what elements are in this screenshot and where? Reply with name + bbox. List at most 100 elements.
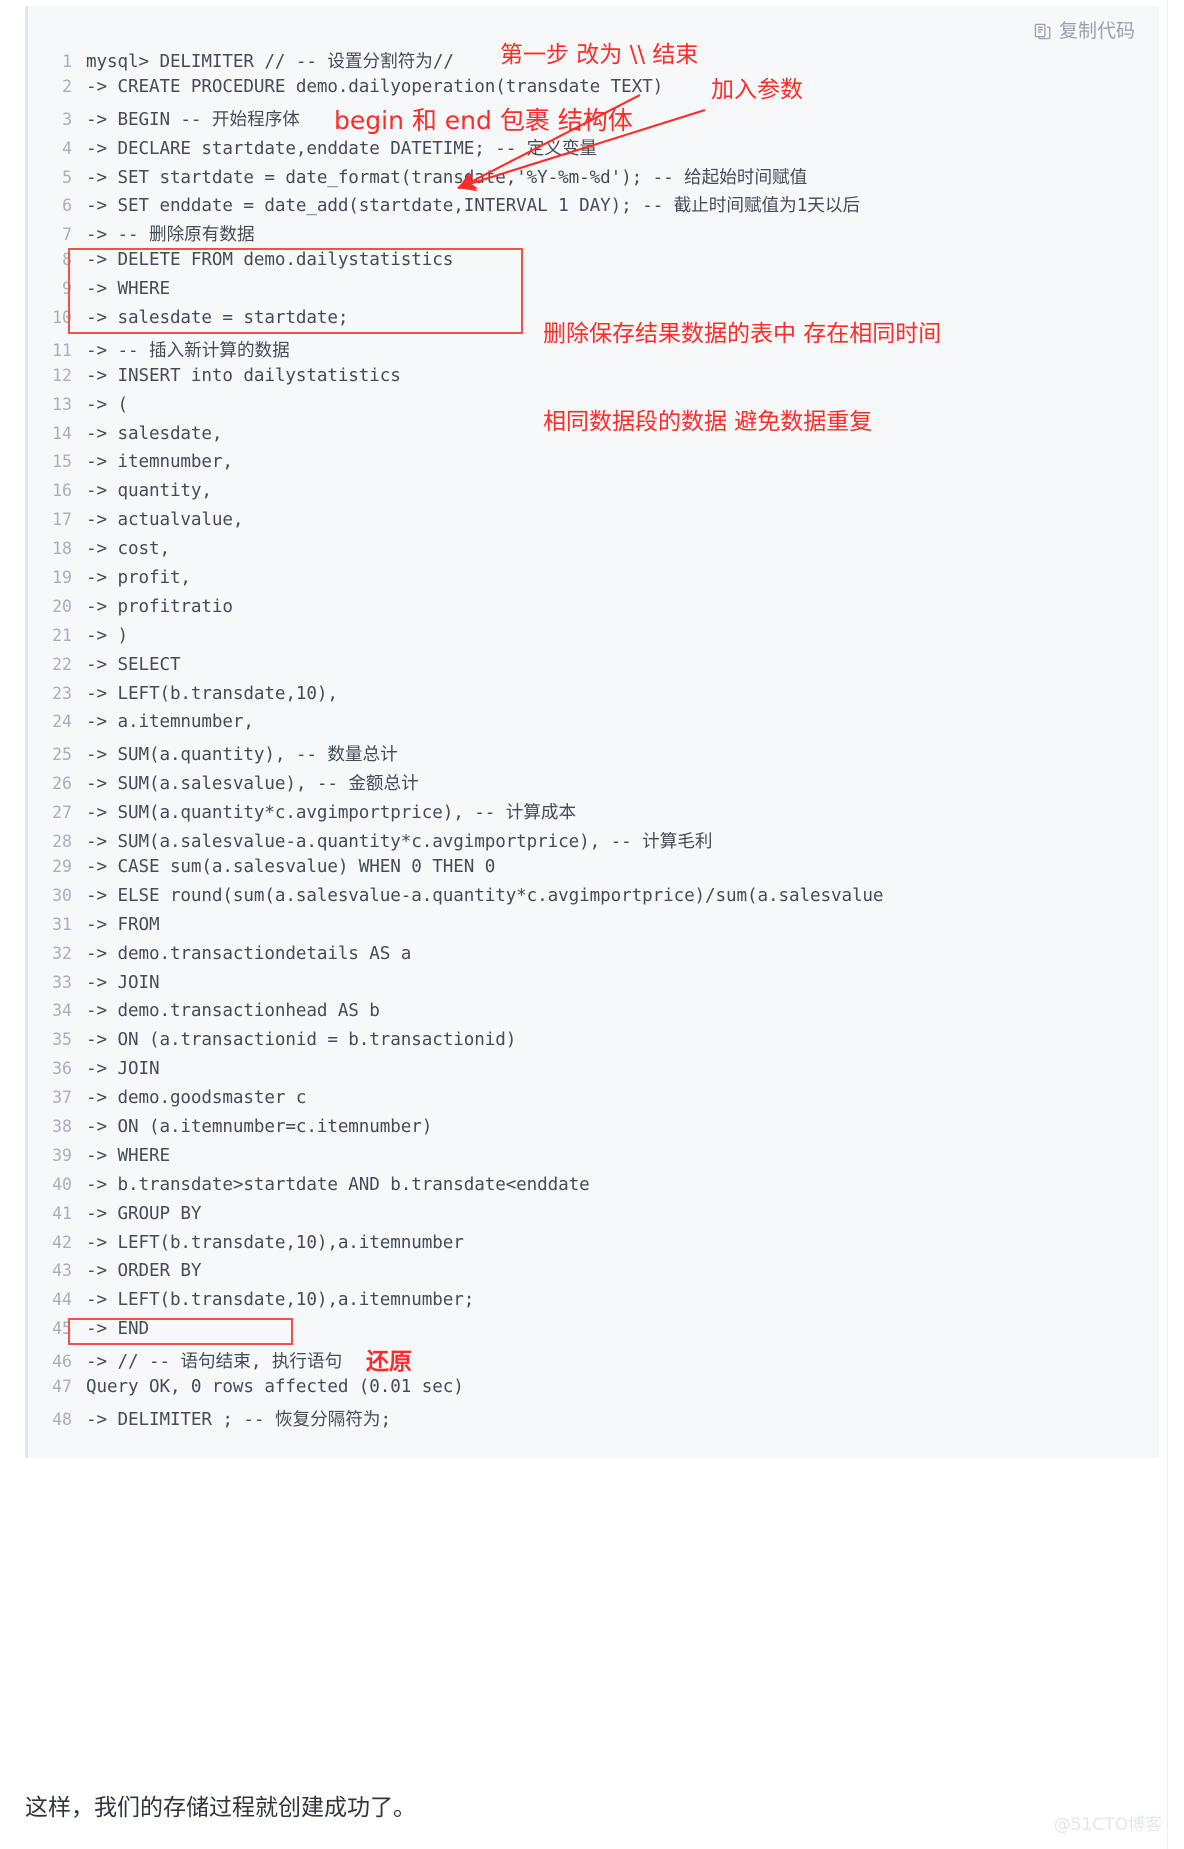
line-number: 28 <box>52 832 72 852</box>
line-number: 47 <box>52 1376 72 1396</box>
line-text: -> GROUP BY <box>86 1203 202 1224</box>
line-number: 40 <box>52 1174 72 1194</box>
line-text: -> -- 删除原有数据 <box>86 225 255 246</box>
line-text: -> ORDER BY <box>86 1261 202 1282</box>
line-number: 34 <box>52 1001 72 1021</box>
code-line: 46 -> // -- 语句结束, 执行语句 <box>28 1348 1159 1377</box>
copy-code-button[interactable]: 复制代码 <box>1033 22 1135 41</box>
line-text: -> ON (a.itemnumber=c.itemnumber) <box>86 1116 433 1137</box>
line-text: -> ) <box>86 625 128 646</box>
line-text: -> // -- 语句结束, 执行语句 <box>86 1352 343 1373</box>
line-text: -> actualvalue, <box>86 510 244 531</box>
line-text: -> FROM <box>86 914 160 935</box>
line-number: 29 <box>52 856 72 876</box>
line-text: -> profitratio <box>86 596 233 617</box>
code-line: 22 -> SELECT <box>28 655 1159 684</box>
line-text: -> b.transdate>startdate AND b.transdate… <box>86 1174 590 1195</box>
copy-icon <box>1033 22 1052 41</box>
code-line: 41 -> GROUP BY <box>28 1204 1159 1233</box>
code-line: 25 -> SUM(a.quantity), -- 数量总计 <box>28 741 1159 770</box>
line-text: -> demo.goodsmaster c <box>86 1088 307 1109</box>
line-number: 15 <box>52 452 72 472</box>
line-text: -> demo.transactionhead AS b <box>86 1001 380 1022</box>
line-number: 1 <box>62 52 72 71</box>
code-line: 45 -> END <box>28 1319 1159 1348</box>
annotation-delete-note-line1: 删除保存结果数据的表中 存在相同时间 <box>543 320 942 347</box>
code-line: 37 -> demo.goodsmaster c <box>28 1088 1159 1117</box>
line-text: -> cost, <box>86 539 170 560</box>
line-number: 27 <box>52 803 72 823</box>
copy-code-label: 复制代码 <box>1058 21 1135 42</box>
watermark: @51CTO博客 <box>1053 1815 1162 1835</box>
code-line: 20 -> profitratio <box>28 597 1159 626</box>
line-number: 23 <box>52 683 72 703</box>
line-text: -> JOIN <box>86 1059 160 1080</box>
annotation-delete-note-line2: 相同数据段的数据 避免数据重复 <box>543 409 873 436</box>
line-number: 11 <box>52 340 72 360</box>
line-number: 45 <box>52 1319 72 1339</box>
line-number: 24 <box>52 712 72 732</box>
line-number: 17 <box>52 510 72 530</box>
line-number: 2 <box>62 76 72 96</box>
line-text: Query OK, 0 rows affected (0.01 sec) <box>86 1376 464 1397</box>
code-line: 7 -> -- 删除原有数据 <box>28 221 1159 250</box>
code-lines: 1 mysql> DELIMITER // -- 设置分割符为//2 -> CREA… <box>28 48 1159 1435</box>
line-number: 33 <box>52 972 72 992</box>
code-line: 27 -> SUM(a.quantity*c.avgimportprice), -… <box>28 799 1159 828</box>
code-line: 17 -> actualvalue, <box>28 510 1159 539</box>
line-number: 16 <box>52 481 72 501</box>
line-text: -> ON (a.transactionid = b.transactionid… <box>86 1030 517 1051</box>
code-line: 36 -> JOIN <box>28 1059 1159 1088</box>
line-number: 26 <box>52 774 72 794</box>
code-line: 4 -> DECLARE startdate,enddate DATETIME; … <box>28 135 1159 164</box>
line-number: 12 <box>52 365 72 385</box>
code-line: 39 -> WHERE <box>28 1146 1159 1175</box>
code-line: 38 -> ON (a.itemnumber=c.itemnumber) <box>28 1117 1159 1146</box>
line-number: 22 <box>52 654 72 674</box>
code-line: 2 -> CREATE PROCEDURE demo.dailyoperation… <box>28 77 1159 106</box>
code-line: 44 -> LEFT(b.transdate,10),a.itemnumber; <box>28 1290 1159 1319</box>
code-line: 19 -> profit, <box>28 568 1159 597</box>
line-number: 18 <box>52 539 72 559</box>
line-number: 21 <box>52 625 72 645</box>
annotation-restore: 还原 <box>366 1349 412 1375</box>
line-number: 39 <box>52 1145 72 1165</box>
annotation-begin-end-wrap: begin 和 end 包裹 结构体 <box>334 106 633 135</box>
code-line: 18 -> cost, <box>28 539 1159 568</box>
line-number: 8 <box>62 250 72 270</box>
line-number: 30 <box>52 885 72 905</box>
code-line: 33 -> JOIN <box>28 973 1159 1002</box>
code-line: 34 -> demo.transactionhead AS b <box>28 1001 1159 1030</box>
code-line: 30 -> ELSE round(sum(a.salesvalue-a.quant… <box>28 886 1159 915</box>
line-text: -> DELIMITER ; -- 恢复分隔符为; <box>86 1409 391 1430</box>
code-line: 42 -> LEFT(b.transdate,10),a.itemnumber <box>28 1233 1159 1262</box>
annotation-add-parameter: 加入参数 <box>711 77 803 103</box>
line-number: 32 <box>52 943 72 963</box>
line-text: -> SUM(a.quantity), -- 数量总计 <box>86 745 398 766</box>
line-text: -> CASE sum(a.salesvalue) WHEN 0 THEN 0 <box>86 856 496 877</box>
line-number: 19 <box>52 568 72 588</box>
line-number: 6 <box>62 196 72 216</box>
line-number: 37 <box>52 1088 72 1108</box>
line-number: 7 <box>62 225 72 245</box>
code-line: 32 -> demo.transactiondetails AS a <box>28 944 1159 973</box>
line-number: 43 <box>52 1261 72 1281</box>
line-text: -> SUM(a.salesvalue-a.quantity*c.avgimpo… <box>86 832 713 853</box>
code-line: 47 Query OK, 0 rows affected (0.01 sec) <box>28 1377 1159 1406</box>
line-text: -> SET enddate = date_add(startdate,INTE… <box>86 196 861 217</box>
line-text: -> SET startdate = date_format(transdate… <box>86 167 808 188</box>
line-number: 36 <box>52 1059 72 1079</box>
annotation-delete-note: 删除保存结果数据的表中 存在相同时间 相同数据段的数据 避免数据重复 <box>543 261 941 497</box>
code-line: 6 -> SET enddate = date_add(startdate,INT… <box>28 192 1159 221</box>
code-line: 24 -> a.itemnumber, <box>28 712 1159 741</box>
line-number: 41 <box>52 1203 72 1223</box>
footer-paragraph: 这样，我们的存储过程就创建成功了。 <box>25 1795 416 1821</box>
line-text: -> LEFT(b.transdate,10),a.itemnumber; <box>86 1290 475 1311</box>
line-text: -> END <box>86 1319 149 1340</box>
code-line: 28 -> SUM(a.salesvalue-a.quantity*c.avgim… <box>28 828 1159 857</box>
line-text: -> CREATE PROCEDURE demo.dailyoperation(… <box>86 76 664 97</box>
line-number: 10 <box>52 308 72 328</box>
line-number: 25 <box>52 745 72 765</box>
line-number: 42 <box>52 1232 72 1252</box>
line-number: 4 <box>62 138 72 158</box>
